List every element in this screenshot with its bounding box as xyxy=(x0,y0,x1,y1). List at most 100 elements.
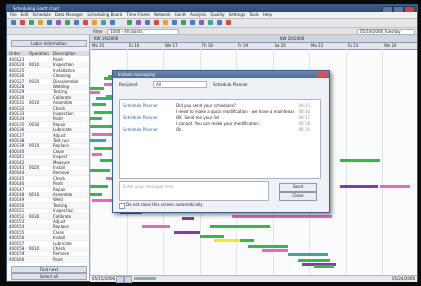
menu-item[interactable]: Settings xyxy=(229,12,245,17)
task-bar[interactable] xyxy=(182,217,194,220)
task-bar[interactable] xyxy=(174,231,200,234)
menu-item[interactable]: Tools xyxy=(249,12,259,17)
menu-item[interactable]: Time Frame xyxy=(126,12,150,17)
check-icon[interactable] xyxy=(181,20,186,25)
menu-item[interactable]: Network xyxy=(154,12,171,17)
task-bar[interactable] xyxy=(210,225,270,228)
refresh-icon[interactable] xyxy=(65,20,70,25)
list-icon[interactable] xyxy=(190,20,195,25)
cell-desc: Install xyxy=(53,165,66,170)
recipient-select[interactable]: All xyxy=(153,81,207,88)
menu-item[interactable]: Edit xyxy=(21,12,29,17)
link-icon[interactable] xyxy=(172,20,177,25)
cell-order: 400130 xyxy=(9,94,25,100)
delete-icon[interactable] xyxy=(20,20,25,25)
message-sender: Schedule Planner xyxy=(123,127,158,132)
search-icon[interactable] xyxy=(110,20,115,25)
cell-order: 400137 xyxy=(9,132,25,138)
task-bar[interactable] xyxy=(232,215,332,218)
task-bar[interactable] xyxy=(314,265,334,268)
auto-close-checkbox[interactable] xyxy=(119,203,125,209)
up-icon[interactable] xyxy=(217,20,222,25)
menu-item[interactable]: Scheduling Board xyxy=(87,12,122,17)
task-bar[interactable] xyxy=(340,185,378,188)
new-icon[interactable] xyxy=(11,20,16,25)
task-bar[interactable] xyxy=(90,169,110,172)
task-bar[interactable] xyxy=(262,249,288,252)
send-button[interactable]: Send xyxy=(279,183,317,192)
filter-icon[interactable] xyxy=(56,20,61,25)
window-title: Scheduling Gantt chart xyxy=(13,6,60,11)
scroll-end-date: 05/24/2006 xyxy=(391,276,415,281)
select-all-button[interactable]: Select all xyxy=(11,273,87,280)
cell-desc: Inspection xyxy=(53,111,74,116)
message-time: 08:18 xyxy=(298,121,310,126)
menu-item[interactable]: File xyxy=(10,12,17,17)
cut-icon[interactable] xyxy=(74,20,79,25)
undo-icon[interactable] xyxy=(83,20,88,25)
task-bar[interactable] xyxy=(142,225,170,228)
table-row[interactable]: 400160 Paint xyxy=(7,256,89,263)
cell-desc: Check xyxy=(53,175,66,181)
task-bar[interactable] xyxy=(298,259,330,262)
task-bar[interactable] xyxy=(92,103,106,106)
scroll-thumb[interactable] xyxy=(134,277,156,280)
cell-desc: Clean xyxy=(53,148,65,154)
task-bar[interactable] xyxy=(92,153,102,156)
menu-item[interactable]: Gantt xyxy=(175,12,186,17)
cell-order: 400131 xyxy=(9,100,25,106)
task-bar[interactable] xyxy=(90,91,100,94)
cell-order: 400139 xyxy=(9,143,25,149)
cell-desc: Assemble xyxy=(53,100,73,106)
labor-info-button[interactable]: Labor Information xyxy=(11,40,87,47)
task-bar[interactable] xyxy=(90,117,102,120)
play-icon[interactable] xyxy=(127,20,132,25)
menu-item[interactable]: Data Manager xyxy=(55,12,83,17)
grid-icon[interactable] xyxy=(199,20,204,25)
task-bar[interactable] xyxy=(90,193,102,196)
task-bar[interactable] xyxy=(288,253,328,256)
menu-item[interactable]: Schedule xyxy=(32,12,50,17)
task-bar[interactable] xyxy=(240,239,254,242)
cell-order: 400147 xyxy=(9,186,25,192)
task-bar[interactable] xyxy=(340,159,380,162)
col-operation[interactable]: Operation xyxy=(29,51,49,56)
task-bar[interactable] xyxy=(90,139,106,142)
menu-item[interactable]: Analysis xyxy=(190,12,206,17)
cell-desc: Weld xyxy=(53,197,63,203)
task-bar[interactable] xyxy=(248,245,288,248)
cell-desc: Testing xyxy=(53,89,68,95)
down-icon[interactable] xyxy=(226,20,231,25)
menu-item[interactable]: Quality xyxy=(210,12,224,17)
zoom-icon[interactable] xyxy=(101,20,106,25)
task-bar[interactable] xyxy=(200,235,224,238)
order-list-pane: Labor Information Order Operation Descri… xyxy=(7,35,90,280)
scroll-right-button[interactable] xyxy=(124,276,132,283)
arrow-icon[interactable] xyxy=(208,20,213,25)
cell-op: 0030 xyxy=(29,121,40,127)
settings-icon[interactable] xyxy=(136,20,141,25)
dialog-close-icon[interactable] xyxy=(317,72,327,77)
gantt-scrollbar[interactable]: 05/15/2006 05/24/2006 xyxy=(90,275,417,283)
menu-item[interactable]: Help xyxy=(263,12,272,17)
task-bar[interactable] xyxy=(90,185,108,188)
find-next-button[interactable]: Find next xyxy=(11,266,87,273)
print-icon[interactable] xyxy=(47,20,52,25)
redo-icon[interactable] xyxy=(92,20,97,25)
col-description[interactable]: Description xyxy=(53,51,76,56)
cell-desc: Paint xyxy=(53,181,63,187)
message-input[interactable]: Enter your message here xyxy=(119,181,269,201)
scroll-left-button[interactable] xyxy=(116,276,124,283)
message-time: 08:19 xyxy=(298,127,310,132)
cell-desc: Measure xyxy=(53,159,70,165)
calendar-icon[interactable] xyxy=(154,20,159,25)
save-icon[interactable] xyxy=(29,20,34,25)
folder-icon[interactable] xyxy=(38,20,43,25)
task-bar[interactable] xyxy=(380,185,410,188)
task-bar[interactable] xyxy=(90,125,112,128)
chart-icon[interactable] xyxy=(145,20,150,25)
clock-icon[interactable] xyxy=(163,20,168,25)
task-bar[interactable] xyxy=(90,87,104,90)
close-button[interactable]: Close xyxy=(279,192,317,201)
col-order[interactable]: Order xyxy=(9,51,20,56)
